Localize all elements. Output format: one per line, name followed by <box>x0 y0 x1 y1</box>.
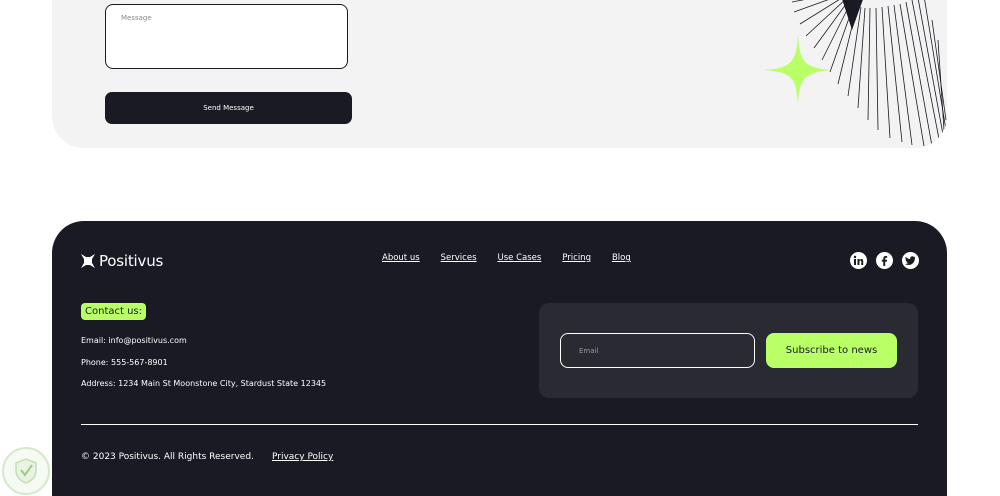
page: Send Message <box>0 0 1000 496</box>
nav-pricing[interactable]: Pricing <box>562 253 591 263</box>
starburst-illustration <box>764 0 947 147</box>
nav-use-cases[interactable]: Use Cases <box>498 253 542 263</box>
twitter-icon[interactable] <box>902 252 919 269</box>
email-input[interactable] <box>560 333 755 368</box>
message-field[interactable] <box>105 4 348 69</box>
nav-services[interactable]: Services <box>441 253 477 263</box>
contact-section: Send Message <box>52 0 947 148</box>
positivus-logo-icon <box>81 254 95 268</box>
facebook-icon[interactable] <box>876 252 893 269</box>
contact-us-badge: Contact us: <box>81 303 147 320</box>
brand-name: Positivus <box>99 252 164 270</box>
subscribe-panel: Subscribe to news <box>539 303 918 398</box>
brand-logo[interactable]: Positivus <box>81 252 163 270</box>
copyright-text: © 2023 Positivus. All Rights Reserved. <box>81 452 254 462</box>
contact-address: Address: 1234 Main St Moonstone City, St… <box>81 379 327 388</box>
contact-email: Email: info@positivus.com <box>81 336 187 345</box>
send-message-button[interactable]: Send Message <box>105 92 352 124</box>
footer-nav: About us Services Use Cases Pricing Blog <box>382 253 631 263</box>
contact-phone: Phone: 555-567-8901 <box>81 358 168 367</box>
privacy-policy-link[interactable]: Privacy Policy <box>272 452 333 462</box>
social-links <box>850 252 919 269</box>
footer: Positivus About us Services Use Cases Pr… <box>52 221 947 496</box>
nav-about-us[interactable]: About us <box>382 253 420 263</box>
shield-badge-icon <box>2 447 50 495</box>
linkedin-icon[interactable] <box>850 252 867 269</box>
subscribe-button[interactable]: Subscribe to news <box>766 333 897 368</box>
footer-divider <box>81 424 918 425</box>
nav-blog[interactable]: Blog <box>612 253 631 263</box>
